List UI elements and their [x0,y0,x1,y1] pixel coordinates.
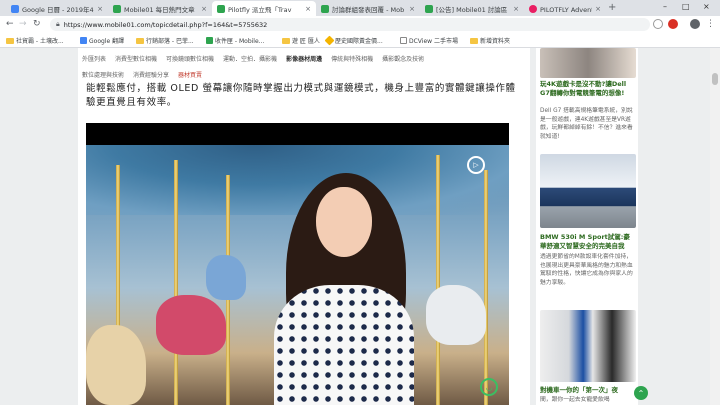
vr-mode-icon[interactable]: ◡ [480,378,498,396]
new-tab-icon[interactable]: + [608,2,616,13]
category-link[interactable]: 消費型數位相機 [115,54,157,63]
gold-icon [324,35,335,46]
bookmark-item[interactable]: DCView 二手市場 [400,36,458,45]
sidebar-card-image[interactable] [540,154,636,228]
folder-icon [282,37,290,44]
browser-tab[interactable]: [公告] Mobile01 討論區 × [420,1,524,16]
forward-icon[interactable]: → [19,19,27,29]
scroll-to-top-icon[interactable]: ⌃ [634,386,648,400]
page-icon [400,37,407,44]
bookmark-item[interactable]: 社貿霸 - 土壤改... [6,36,64,45]
sidebar-card-desc: 透過更節省的M款設車化套件加持，也展現出更具豪華風格的魅力和熱血駕馭的性格，快讓… [540,254,633,286]
category-link[interactable]: 數位處理與技術 [82,70,124,79]
minimize-icon[interactable]: – [663,2,667,11]
category-link[interactable]: 傳統與特殊相機 [331,54,373,63]
scrollbar[interactable] [710,48,720,405]
browser-tab-active[interactable]: Pilotfly 派立飛「Trav × [212,1,316,16]
mobile01-icon [425,4,433,13]
close-icon[interactable]: × [97,5,103,13]
reload-icon[interactable]: ↻ [33,19,41,29]
close-icon[interactable]: × [513,5,519,13]
folder-icon [470,37,478,44]
category-nav-row1: 外匯列表 消費型數位相機 可換鏡頭數位相機 運動．空拍．攝影機 影像器材周邊 傳統與特殊相… [82,54,424,63]
category-link[interactable]: 器材買賣 [178,70,202,79]
scrollbar-thumb[interactable] [712,73,718,85]
sidebar-card-image[interactable] [540,310,636,382]
address-bar[interactable]: 🔒︎ https://www.mobile01.com/topicdetail.… [50,18,650,31]
video-player[interactable]: ▷ ◡ [86,123,509,405]
back-icon[interactable]: ← [6,19,14,29]
mobile01-icon [321,4,329,13]
tab-title: [公告] Mobile01 討論區 [436,5,508,14]
sidebar-card-image[interactable] [540,48,636,78]
tab-title: Mobile01 每日熱門文章 [124,5,195,14]
lock-icon: 🔒︎ [56,20,60,28]
page-content: 外匯列表 消費型數位相機 可換鏡頭數位相機 運動．空拍．攝影機 影像器材周邊 傳統與特殊相… [0,48,720,405]
sidebar-card-desc: 間，跟你一起去女寵愛飲喝 [540,397,610,403]
extension-icon[interactable] [668,19,678,29]
close-icon[interactable]: × [201,5,207,13]
calendar-icon [11,4,19,13]
category-link[interactable]: 影像器材周邊 [286,54,322,63]
category-link[interactable]: 運動．空拍．攝影機 [223,54,277,63]
tab-strip: Google 日曆 - 2019年4月 × Mobile01 每日熱門文章 × … [0,0,720,16]
mail-icon [206,37,213,44]
mobile01-icon [217,4,225,13]
browser-tab[interactable]: Google 日曆 - 2019年4月 × [6,1,108,16]
bookmark-item[interactable]: 行銷部落 - 巴菲... [136,36,194,45]
window-close-icon[interactable]: × [703,2,710,11]
browser-toolbar: ← → ↻ 🔒︎ https://www.mobile01.com/topicd… [0,16,720,33]
close-icon[interactable]: × [595,5,601,13]
bookmark-item[interactable]: 新增資料夾 [470,36,510,45]
category-link[interactable]: 攝影觀念及技術 [382,54,424,63]
folder-icon [6,37,14,44]
video-frame [86,145,509,405]
bookmark-item[interactable]: 遊 匠 匯人 [282,36,320,45]
tab-title: 討論群組發表回覆 - Mob [332,5,405,14]
bookmark-star-icon[interactable] [653,19,663,29]
bookmarks-bar: 社貿霸 - 土壤改... Google 翻譯 行銷部落 - 巴菲... 收件匣 … [0,33,720,48]
pilotfly-icon [529,4,537,13]
close-icon[interactable]: × [409,5,415,13]
mobile01-icon [113,4,121,13]
sidebar-card-desc: Dell G7 搭載高規格筆電系統，別說是一般遊戲，連4K遊戲甚至是VR遊戲，玩… [540,108,633,140]
tab-title: PILOTFLY Adventure 胖 [540,5,592,14]
category-link[interactable]: 可換鏡頭數位相機 [166,54,214,63]
browser-tab[interactable]: PILOTFLY Adventure 胖 × [524,1,606,16]
browser-tab[interactable]: 討論群組發表回覆 - Mob × [316,1,420,16]
bookmark-item[interactable]: Google 翻譯 [80,36,124,45]
maximize-icon[interactable]: □ [682,2,690,11]
sidebar: 玩4K遊戲卡是沒不動?讓Dell G7翻轉你對電競筆電的想像! Dell G7 … [536,48,638,405]
category-nav-row2: 數位處理與技術 消費經驗分享 器材買賣 [82,70,202,79]
article-paragraph: 能輕鬆應付，搭載 OLED 螢幕讓你隨時掌握出力模式與運鏡模式，機身上豐富的實體… [86,83,516,108]
sidebar-card-title[interactable]: 對機車一你的「第一次」夜 [540,386,636,395]
url-text: https://www.mobile01.com/topicdetail.php… [63,20,268,29]
category-link[interactable]: 外匯列表 [82,54,106,63]
folder-icon [136,37,144,44]
close-icon[interactable]: × [305,5,311,13]
sidebar-card-title[interactable]: BMW 530i M Sport試駕:豪華舒適又智慧安全的完美自我 [540,233,636,251]
category-link[interactable]: 消費經驗分享 [133,70,169,79]
browser-tab[interactable]: Mobile01 每日熱門文章 × [108,1,212,16]
tab-title: Google 日曆 - 2019年4月 [22,5,95,14]
article-column: 外匯列表 消費型數位相機 可換鏡頭數位相機 運動．空拍．攝影機 影像器材周邊 傳統與特殊相… [78,48,530,405]
play-icon[interactable]: ▷ [467,156,485,174]
menu-icon[interactable]: ⋮ [706,19,715,29]
translate-icon [80,37,87,44]
bookmark-item[interactable]: 收件匣 - Mobile... [206,36,264,45]
tab-title: Pilotfly 派立飛「Trav [228,5,292,14]
bookmark-item[interactable]: 歷史國際黃金價... [324,35,383,46]
avatar[interactable] [690,19,700,29]
sidebar-card-title[interactable]: 玩4K遊戲卡是沒不動?讓Dell G7翻轉你對電競筆電的想像! [540,80,636,98]
